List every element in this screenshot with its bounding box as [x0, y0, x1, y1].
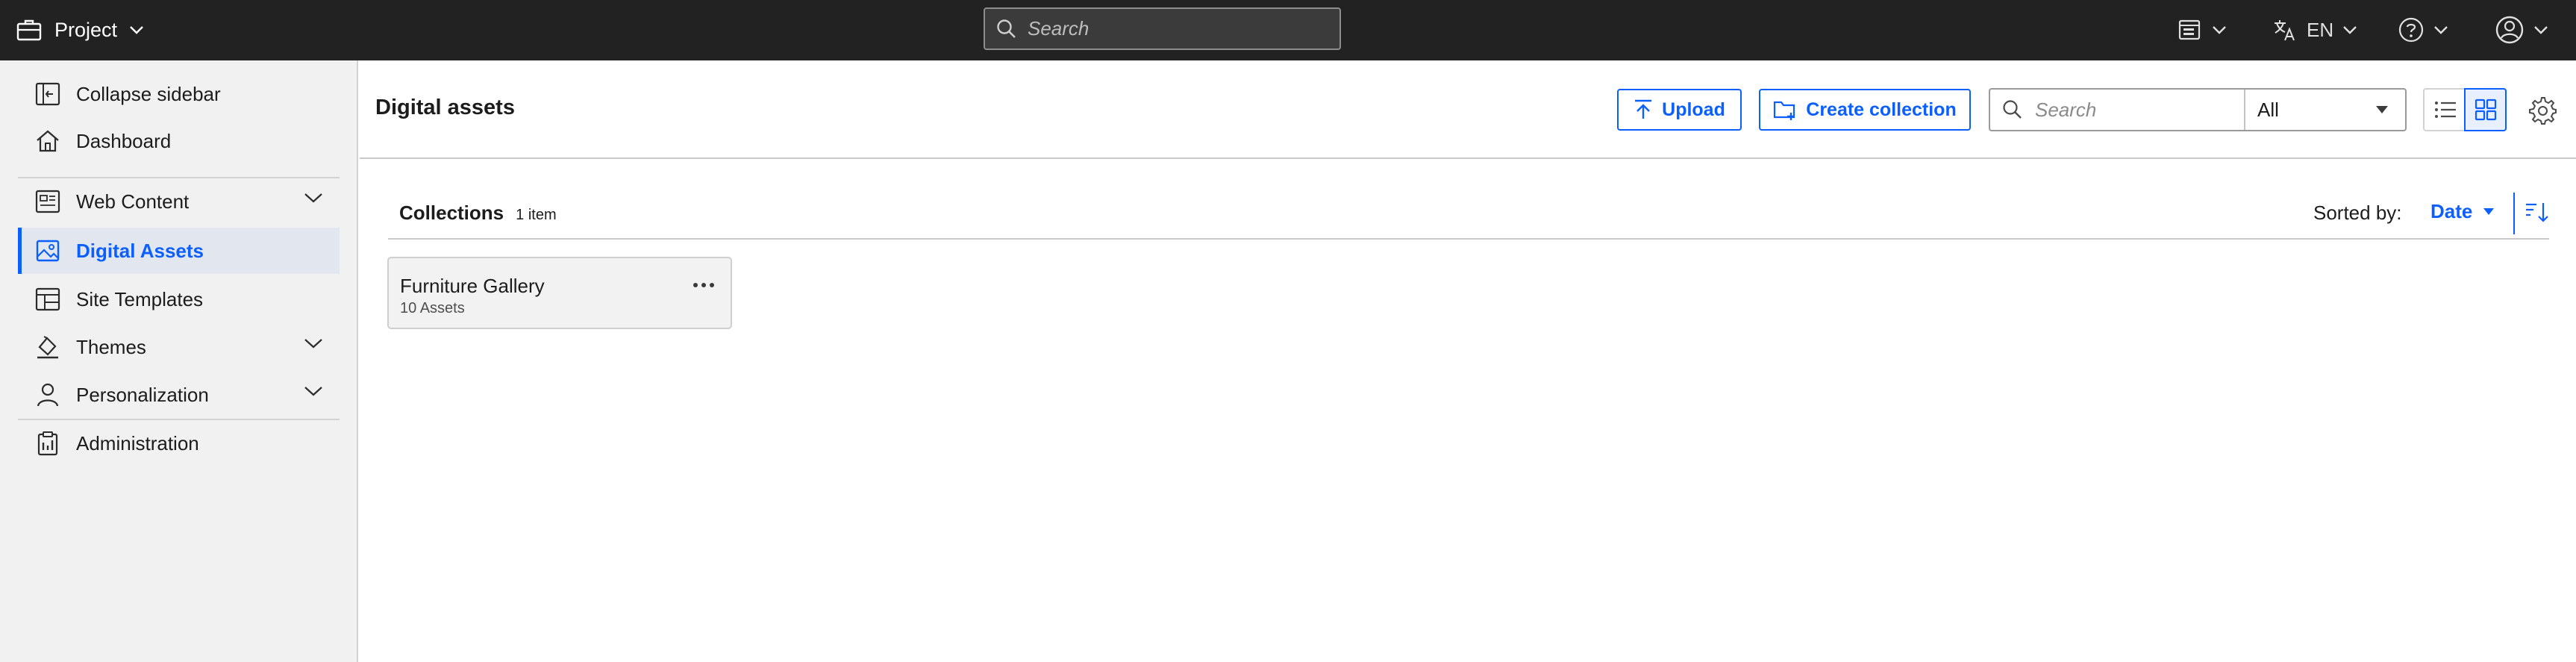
- translate-icon: [2275, 20, 2295, 41]
- collections-title: Collections: [399, 202, 504, 224]
- applications-menu-button[interactable]: [2178, 13, 2227, 47]
- search-icon: [997, 19, 1016, 38]
- sidebar: Collapse sidebar Dashboard Web Content D…: [0, 60, 358, 662]
- paint-bucket-icon: [33, 332, 63, 362]
- language-code: EN: [2307, 18, 2334, 41]
- top-navigation-bar: Project EN: [0, 0, 2576, 60]
- sidebar-item-web-content[interactable]: Web Content: [18, 178, 340, 225]
- sidebar-item-label: Administration: [76, 431, 199, 455]
- upload-icon: [1635, 99, 1652, 119]
- collection-name: Furniture Gallery: [400, 275, 545, 297]
- home-icon: [33, 126, 63, 156]
- collections-header: Collections 1 item: [399, 202, 557, 225]
- sidebar-item-label: Site Templates: [76, 287, 204, 310]
- chevron-down-icon: [304, 339, 322, 349]
- search-icon: [2003, 100, 2022, 119]
- page-title: Digital assets: [375, 96, 515, 119]
- sidebar-item-personalization[interactable]: Personalization: [18, 372, 340, 418]
- grid-icon: [2475, 99, 2496, 121]
- sort-field-value: Date: [2430, 200, 2473, 222]
- sidebar-item-administration[interactable]: Administration: [18, 420, 340, 466]
- chevron-down-icon: [2534, 26, 2548, 34]
- global-search-input[interactable]: [1028, 17, 1326, 40]
- sidebar-item-digital-assets[interactable]: Digital Assets: [18, 228, 340, 274]
- clipboard-icon: [33, 428, 63, 458]
- user-menu-button[interactable]: [2495, 13, 2548, 47]
- asset-search-filter: All: [1989, 88, 2407, 131]
- briefcase-icon: [16, 19, 42, 41]
- caret-down-icon: [2483, 208, 2495, 215]
- asset-search-input[interactable]: [2035, 98, 2236, 122]
- sort-field-dropdown[interactable]: Date: [2430, 200, 2495, 223]
- sidebar-item-site-templates[interactable]: Site Templates: [18, 276, 340, 322]
- upload-label: Upload: [1662, 99, 1725, 120]
- header-divider: [360, 157, 2576, 159]
- chevron-down-icon: [130, 26, 143, 34]
- help-icon: [2398, 17, 2424, 43]
- sort-divider: [2513, 193, 2515, 234]
- sorted-by-label: Sorted by:: [2313, 202, 2402, 224]
- collapse-sidebar-icon: [33, 79, 63, 109]
- sidebar-item-label: Digital Assets: [76, 239, 204, 262]
- collections-count: 1 item: [516, 207, 557, 223]
- sidebar-item-label: Dashboard: [76, 129, 172, 152]
- create-collection-label: Create collection: [1806, 99, 1957, 120]
- asset-search[interactable]: [1990, 90, 2245, 130]
- collection-asset-count: 10 Assets: [400, 300, 465, 316]
- site-templates-icon: [33, 284, 63, 314]
- help-menu-button[interactable]: [2398, 13, 2448, 47]
- sidebar-item-collapse-sidebar[interactable]: Collapse sidebar: [18, 71, 340, 117]
- image-icon: [33, 236, 63, 266]
- list-view-button[interactable]: [2423, 88, 2466, 131]
- collection-card[interactable]: Furniture Gallery 10 Assets: [387, 257, 732, 329]
- collection-actions-button[interactable]: [687, 272, 720, 299]
- list-icon: [2434, 102, 2456, 118]
- chevron-down-icon: [304, 193, 322, 203]
- sort-order-button[interactable]: [2522, 199, 2552, 225]
- more-horizontal-icon: [693, 283, 714, 287]
- folder-plus-icon: [1774, 101, 1795, 120]
- sidebar-item-dashboard[interactable]: Dashboard: [18, 118, 340, 164]
- caret-down-icon: [2376, 106, 2388, 113]
- chevron-down-icon: [2213, 26, 2226, 34]
- gear-icon: [2529, 97, 2557, 125]
- sidebar-item-label: Collapse sidebar: [76, 82, 221, 105]
- user-icon: [33, 380, 63, 410]
- collections-divider: [388, 238, 2549, 240]
- upload-button[interactable]: Upload: [1617, 89, 1742, 131]
- web-content-icon: [33, 187, 63, 216]
- language-selector[interactable]: EN: [2272, 13, 2357, 47]
- chevron-down-icon: [2343, 26, 2357, 34]
- chevron-down-icon: [304, 387, 322, 396]
- user-avatar-icon: [2495, 16, 2524, 44]
- project-label: Project: [54, 18, 118, 41]
- sort-descending-icon: [2526, 203, 2548, 222]
- settings-button[interactable]: [2525, 93, 2560, 128]
- sidebar-item-label: Web Content: [76, 190, 190, 213]
- asset-type-select[interactable]: All: [2245, 90, 2405, 130]
- create-collection-button[interactable]: Create collection: [1759, 89, 1971, 131]
- chevron-down-icon: [2434, 26, 2448, 34]
- asset-type-value: All: [2257, 98, 2279, 121]
- sidebar-item-label: Personalization: [76, 383, 209, 406]
- card-view-button[interactable]: [2464, 88, 2507, 131]
- sidebar-item-themes[interactable]: Themes: [18, 324, 340, 370]
- project-selector[interactable]: Project: [16, 13, 144, 47]
- global-search[interactable]: [984, 7, 1341, 50]
- applications-icon: [2178, 19, 2201, 40]
- sidebar-item-label: Themes: [76, 335, 146, 358]
